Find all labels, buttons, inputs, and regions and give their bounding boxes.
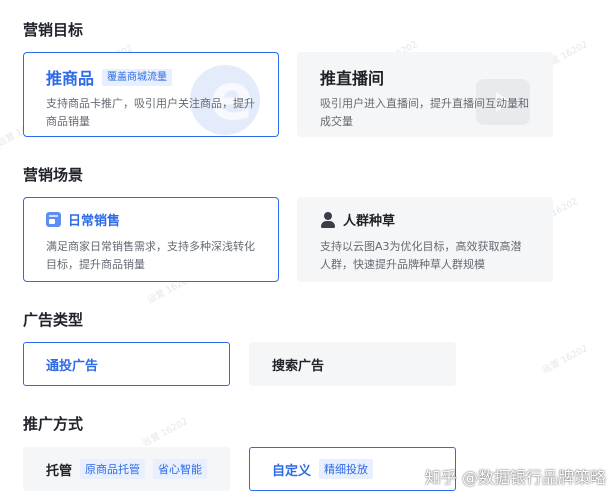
promo-tag: 省心智能 [153,459,208,479]
goal-card-title: 推直播间 [320,69,385,88]
scene-card-title: 人群种草 [343,214,396,229]
ad-type-label: 搜索广告 [272,358,325,374]
promo-label: 自定义 [272,463,312,479]
scene-card-desc: 满足商家日常销售需求，支持多种深浅转化目标，提升商品销量 [46,240,255,271]
scene-card-desc: 支持以云图A3为优化目标，高效获取高潜人群，快速提升品牌种草人群规模 [320,240,522,271]
section-title-ad-type: 广告类型 [23,311,84,329]
goal-card-products[interactable]: 推商品 覆盖商城流量 支持商品卡推广，吸引用户关注商品，提升商品销量 [23,52,279,137]
footer-watermark: 知乎 @数据银行品牌策略 [424,468,606,487]
ad-type-label: 通投广告 [46,358,99,374]
watermark: 运营 16202 [141,416,190,449]
goal-card-title: 推商品 [46,69,95,88]
ad-type-general[interactable]: 通投广告 [23,342,230,386]
watermark: 运营 16202 [541,343,590,376]
person-icon [320,211,336,228]
goal-card-tag: 覆盖商城流量 [102,68,173,86]
ad-type-search[interactable]: 搜索广告 [249,342,456,386]
scene-card-daily[interactable]: 日常销售 满足商家日常销售需求，支持多种深浅转化目标，提升商品销量 [23,197,279,282]
section-title-scene: 营销场景 [23,166,84,184]
goal-card-desc: 支持商品卡推广，吸引用户关注商品，提升商品销量 [46,97,255,128]
promo-managed[interactable]: 托管 原商品托管 省心智能 [23,447,230,491]
calendar-icon [46,212,61,227]
goal-card-desc: 吸引用户进入直播间，提升直播间互动量和成交量 [320,97,529,128]
promo-tag: 原商品托管 [80,459,146,479]
scene-card-title: 日常销售 [68,214,121,229]
scene-card-audience[interactable]: 人群种草 支持以云图A3为优化目标，高效获取高潜人群，快速提升品牌种草人群规模 [297,197,553,282]
section-title-goal: 营销目标 [23,21,84,39]
section-title-promo: 推广方式 [23,415,84,433]
promo-label: 托管 [46,463,73,479]
promo-tag: 精细投放 [319,459,374,479]
goal-card-live[interactable]: 推直播间 吸引用户进入直播间，提升直播间互动量和成交量 [297,52,553,137]
